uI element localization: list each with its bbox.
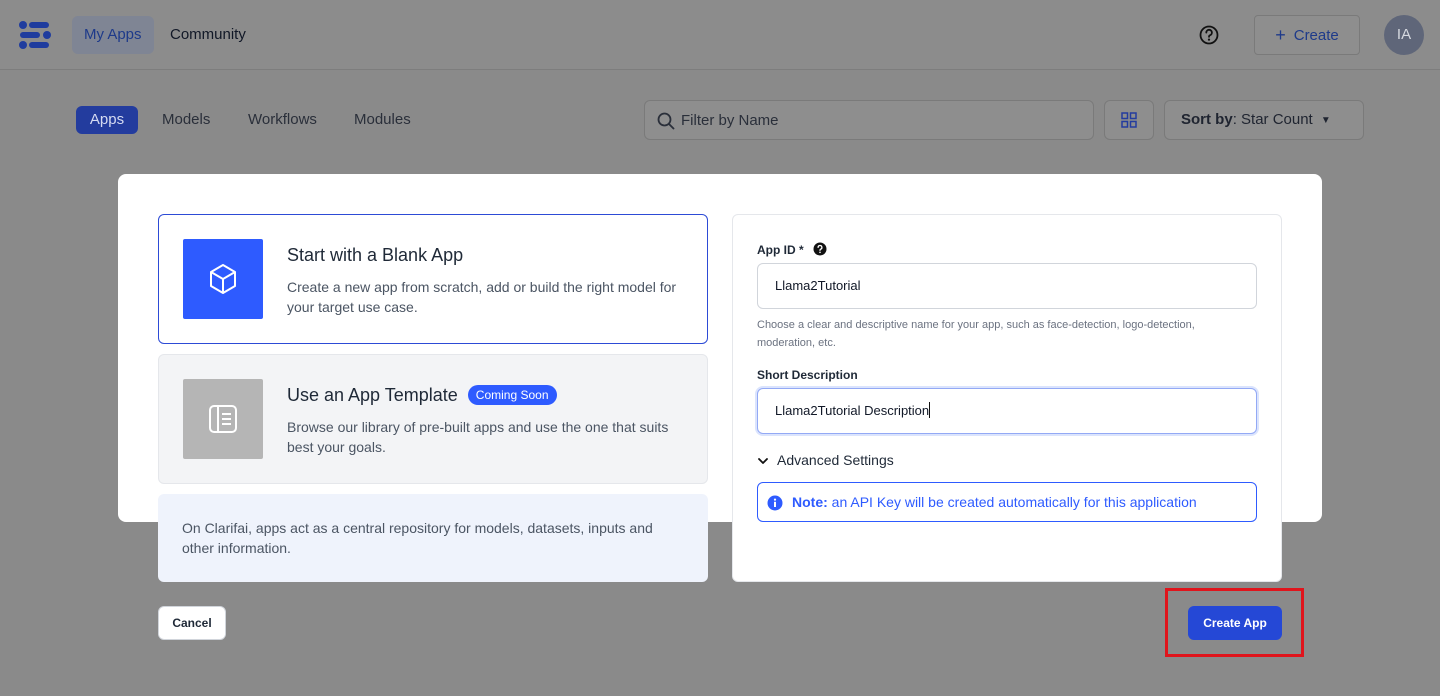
search-icon [657,112,675,130]
short-description-value: Llama2Tutorial Description [775,403,930,418]
info-icon [767,495,783,511]
app-form: App ID * Llama2Tutorial Choose a clear a… [732,214,1282,582]
search-input[interactable]: Filter by Name [644,100,1094,140]
blank-app-option[interactable]: Start with a Blank App Create a new app … [158,214,708,344]
app-id-label: App ID * [757,243,804,257]
app-id-helper: Choose a clear and descriptive name for … [757,319,1195,349]
grid-view-icon [1121,112,1137,128]
app-template-description: Browse our library of pre-built apps and… [287,419,669,455]
app-template-title-row: Use an App Template Coming Soon [287,385,557,406]
nav-tab-community[interactable]: Community [158,16,258,54]
advanced-settings-toggle[interactable]: Advanced Settings [757,452,894,468]
note-label: Note: [792,494,828,510]
short-description-label: Short Description [757,368,858,382]
top-navigation: My Apps Community + Create IA [0,0,1440,70]
search-placeholder: Filter by Name [681,112,779,129]
tab-models[interactable]: Models [162,106,210,134]
create-button-label: Create [1293,27,1339,44]
tab-modules[interactable]: Modules [354,106,411,134]
clarifai-logo[interactable] [18,19,54,51]
question-icon[interactable] [813,242,827,256]
template-icon [183,379,263,459]
help-circle-icon[interactable] [1198,24,1220,46]
nav-tab-my-apps[interactable]: My Apps [72,16,154,54]
sort-dropdown[interactable]: Sort by: Star Count ▼ [1164,100,1364,140]
avatar[interactable]: IA [1384,15,1424,55]
text-caret [929,402,931,418]
tab-workflows[interactable]: Workflows [248,106,317,134]
app-id-input[interactable]: Llama2Tutorial [757,263,1257,309]
caret-down-icon: ▼ [1320,115,1331,126]
tab-apps[interactable]: Apps [76,106,138,134]
app-template-title: Use an App Template [287,385,458,405]
grid-view-button[interactable] [1104,100,1154,140]
advanced-settings-label: Advanced Settings [777,452,894,468]
note-text: an API Key will be created automatically… [827,494,1197,510]
app-template-option: Use an App Template Coming Soon Browse ou… [158,354,708,484]
create-button[interactable]: + Create [1254,15,1360,55]
short-description-input[interactable]: Llama2Tutorial Description [757,388,1257,434]
plus-icon: + [1275,25,1286,45]
chevron-down-icon [758,458,768,464]
cube-icon [183,239,263,319]
info-panel: On Clarifai, apps act as a central repos… [158,494,708,582]
highlight-box [1165,588,1304,657]
cancel-button[interactable]: Cancel [158,606,226,640]
sort-label: Sort by [1181,111,1233,128]
coming-soon-badge: Coming Soon [467,385,557,405]
blank-app-title: Start with a Blank App [287,245,464,265]
api-key-note: Note: an API Key will be created automat… [757,482,1257,522]
sort-value: : Star Count [1232,111,1313,128]
blank-app-description: Create a new app from scratch, add or bu… [287,279,677,315]
